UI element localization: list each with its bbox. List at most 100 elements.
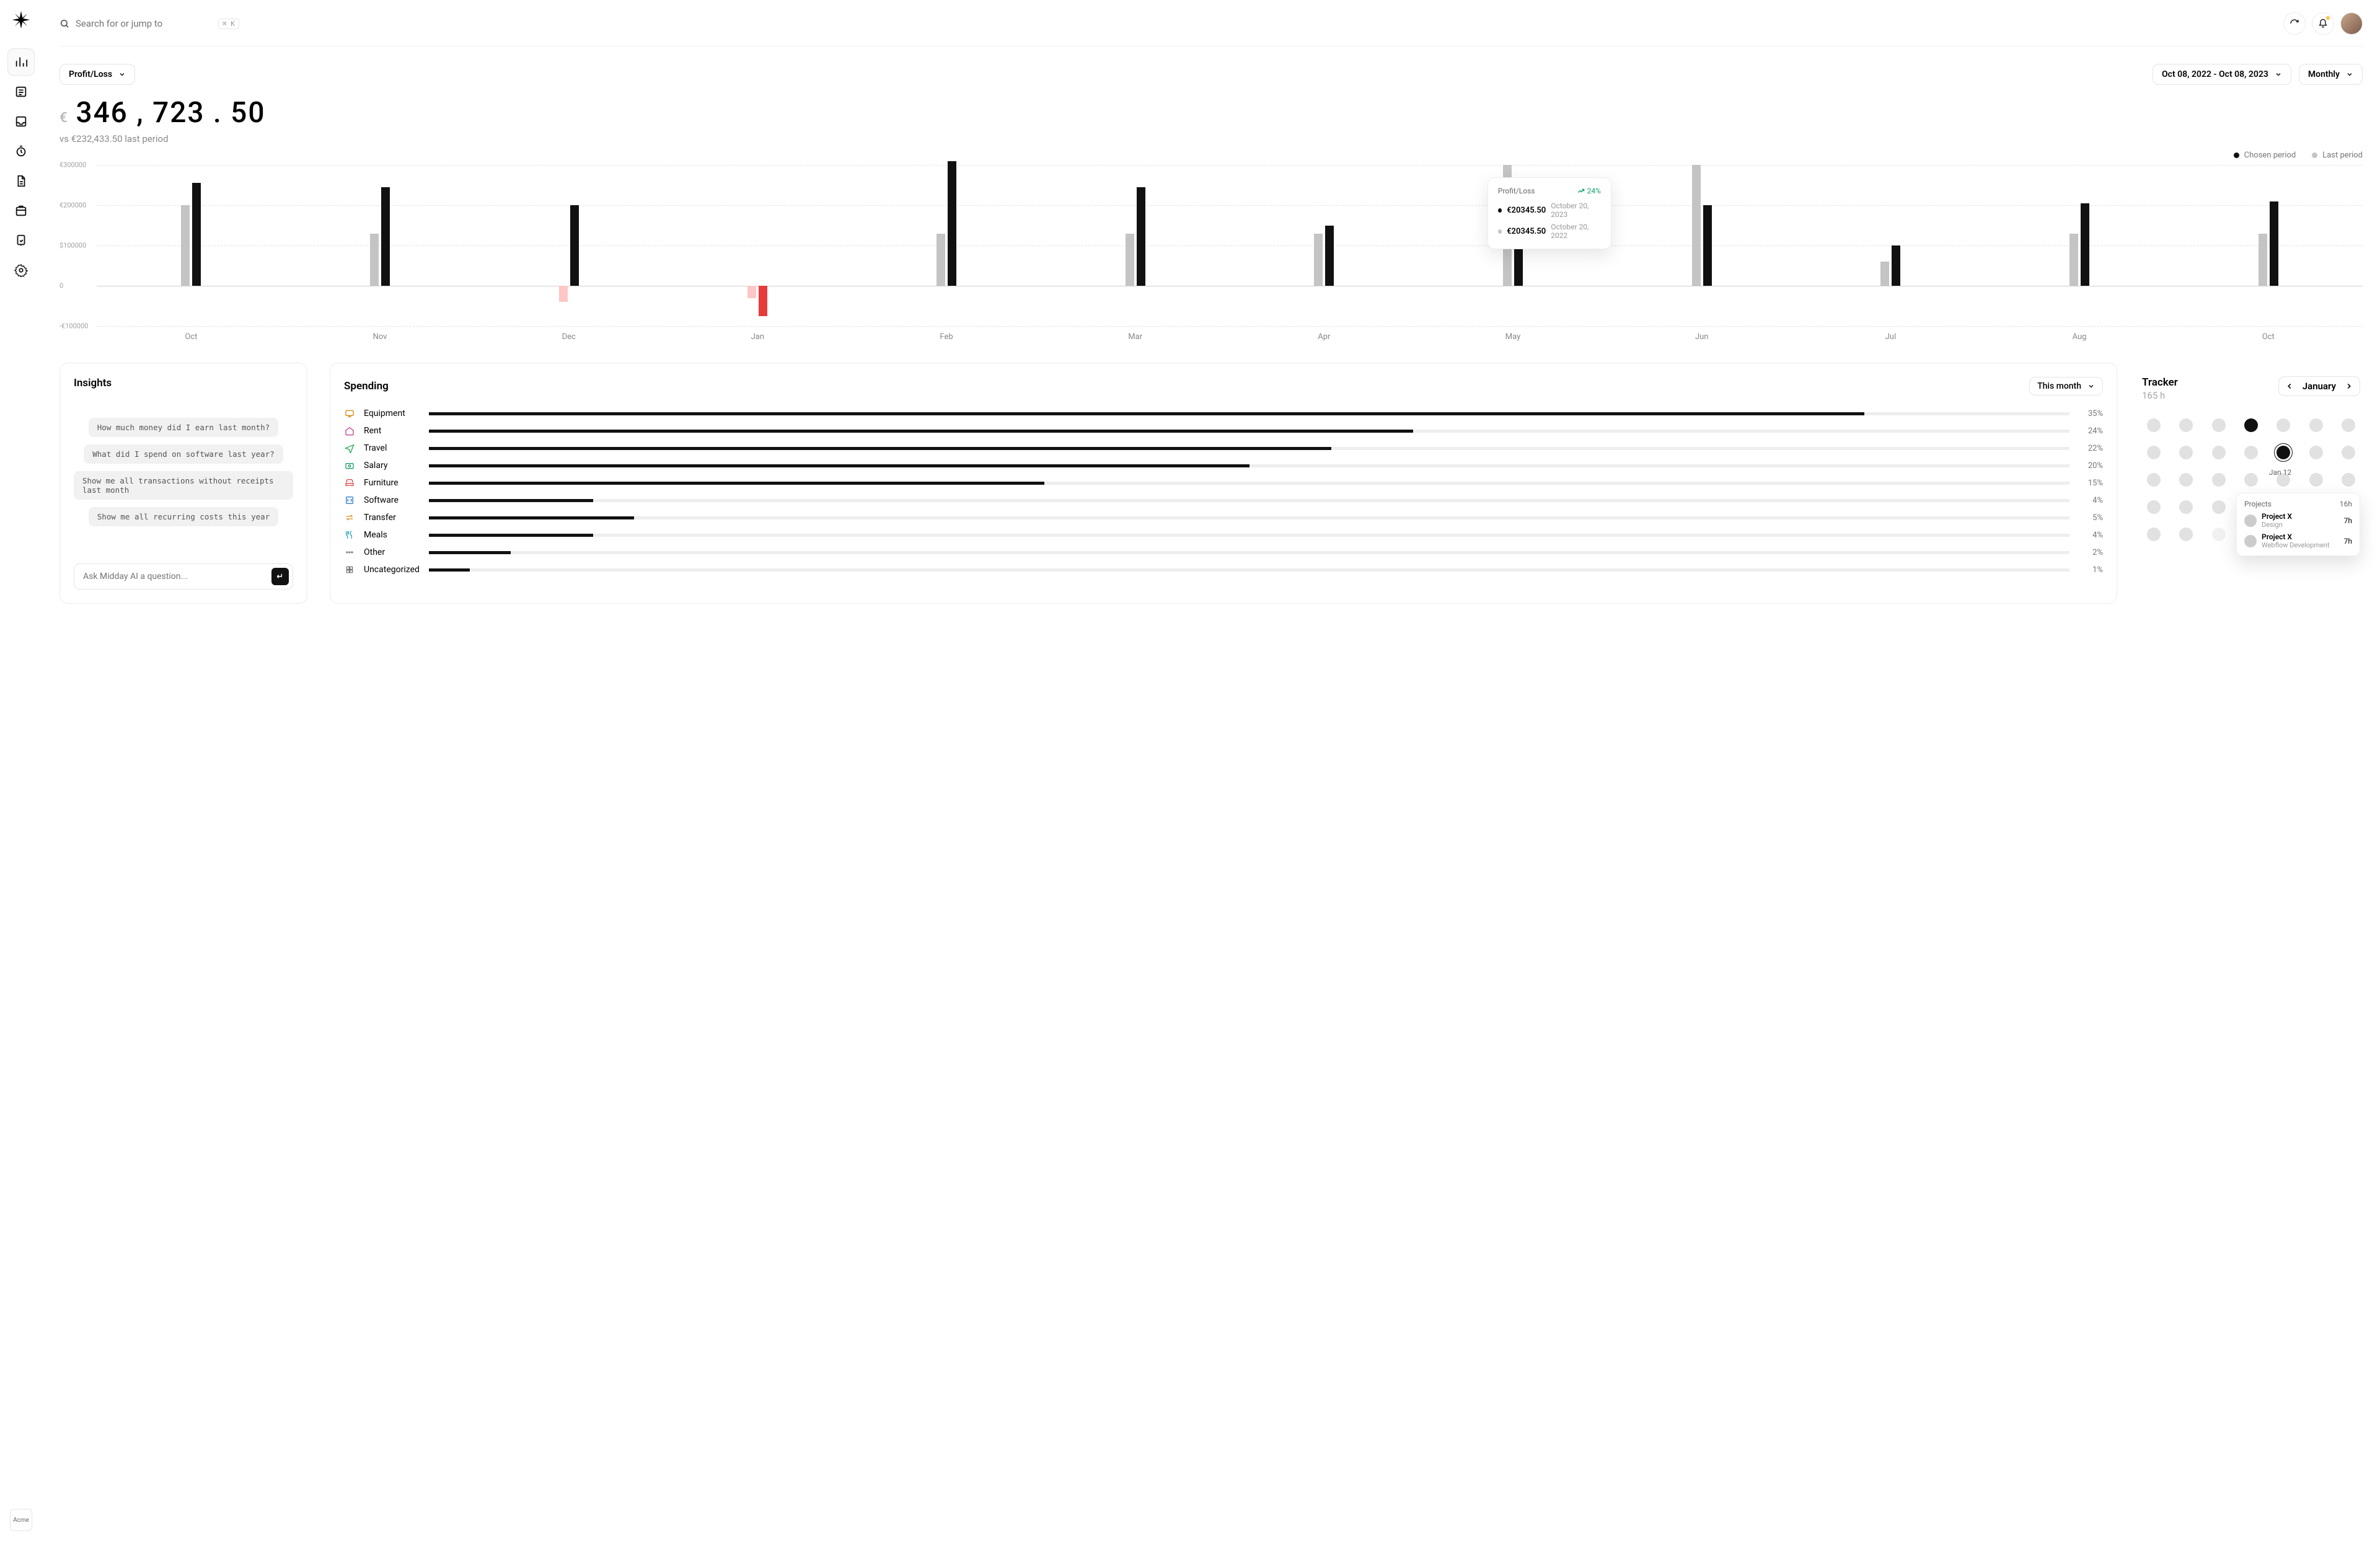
insight-suggestion[interactable]: What did I spend on software last year? (84, 444, 283, 464)
project-row[interactable]: Project XWebflow Development7h (2244, 532, 2352, 549)
spending-label: Transfer (364, 513, 423, 523)
tracker-day[interactable] (2179, 473, 2193, 487)
date-range-label: Oct 08, 2022 - Oct 08, 2023 (2162, 69, 2268, 79)
tracker-day[interactable] (2147, 473, 2161, 487)
spending-row[interactable]: Equipment35% (344, 408, 2103, 419)
tracker-day[interactable] (2179, 418, 2193, 432)
spending-bar (429, 464, 2069, 467)
bar-group[interactable] (1985, 165, 2174, 326)
search[interactable]: ⌘ K (60, 18, 2275, 29)
notifications-button[interactable] (2312, 12, 2334, 35)
tracker-day[interactable] (2179, 446, 2193, 459)
spending-row[interactable]: Meals4% (344, 529, 2103, 541)
spending-row[interactable]: Rent24% (344, 425, 2103, 436)
sidebar-item-inbox[interactable] (7, 108, 35, 135)
granularity-selector[interactable]: Monthly (2299, 64, 2363, 85)
tracker-day[interactable] (2212, 446, 2226, 459)
tracker-day[interactable] (2276, 418, 2290, 432)
spending-row[interactable]: Uncategorized1% (344, 564, 2103, 575)
spending-row[interactable]: Furniture15% (344, 477, 2103, 488)
insight-suggestion[interactable]: Show me all recurring costs this year (89, 507, 278, 526)
date-range-selector[interactable]: Oct 08, 2022 - Oct 08, 2023 (2153, 64, 2291, 85)
spending-label: Meals (364, 530, 423, 540)
spending-row[interactable]: Software4% (344, 495, 2103, 506)
spending-pct: 35% (2076, 409, 2103, 418)
tracker-day[interactable] (2147, 446, 2161, 459)
sidebar-item-vault[interactable] (7, 197, 35, 224)
tracker-month-selector[interactable]: January (2278, 376, 2360, 396)
ai-ask-input[interactable] (83, 572, 271, 581)
bar-group[interactable] (286, 165, 475, 326)
chevron-right-icon[interactable] (2345, 382, 2353, 391)
bar-group[interactable] (1230, 165, 1419, 326)
insight-suggestion[interactable]: How much money did I earn last month? (89, 418, 278, 437)
profit-loss-chart: €300000€200000$1000000-€100000 OctNovDec… (60, 165, 2363, 342)
tracker-day[interactable] (2309, 446, 2323, 459)
sidebar-item-tracker[interactable] (7, 138, 35, 165)
chevron-left-icon[interactable] (2285, 382, 2294, 391)
spending-pct: 15% (2076, 479, 2103, 488)
spending-pct: 24% (2076, 426, 2103, 436)
currency-symbol: € (60, 110, 68, 126)
ai-ask[interactable] (74, 563, 293, 590)
ai-ask-send-button[interactable] (271, 568, 289, 585)
tracker-day[interactable] (2212, 418, 2226, 432)
tracker-day[interactable] (2212, 500, 2226, 514)
spending-row[interactable]: Travel22% (344, 443, 2103, 454)
spending-pct: 4% (2076, 496, 2103, 505)
sidebar-item-invoices[interactable] (7, 167, 35, 195)
project-row[interactable]: Project XDesign7h (2244, 512, 2352, 529)
tracker-day[interactable] (2179, 528, 2193, 541)
spending-row[interactable]: Salary20% (344, 460, 2103, 471)
bar-group[interactable] (97, 165, 286, 326)
spending-label: Uncategorized (364, 565, 423, 575)
refresh-icon (2290, 19, 2299, 29)
tracker-day[interactable] (2244, 446, 2258, 459)
metric-selector[interactable]: Profit/Loss (60, 64, 135, 85)
travel-icon (344, 443, 355, 454)
tracker-day[interactable] (2342, 418, 2355, 432)
user-avatar[interactable] (2340, 12, 2363, 35)
tracker-day[interactable] (2147, 500, 2161, 514)
bar-group[interactable] (1041, 165, 1230, 326)
tracker-day[interactable] (2309, 418, 2323, 432)
bar-group[interactable] (474, 165, 663, 326)
sidebar-item-apps[interactable] (7, 227, 35, 254)
furniture-icon (344, 477, 355, 488)
refresh-button[interactable] (2283, 12, 2306, 35)
tracker-panel: Tracker 165 h January Jan 12 Projects 16… (2140, 363, 2363, 604)
sidebar-item-settings[interactable] (7, 257, 35, 284)
bar-group[interactable] (1607, 165, 1796, 326)
tracker-day[interactable] (2309, 473, 2323, 487)
sidebar-item-transactions[interactable] (7, 78, 35, 105)
projects-popover-total: 16h (2340, 500, 2352, 508)
tracker-day[interactable] (2342, 473, 2355, 487)
spending-period-selector[interactable]: This month (2029, 377, 2103, 395)
tracker-day[interactable] (2342, 446, 2355, 459)
legend-last: Last period (2312, 151, 2363, 160)
tracker-day[interactable] (2147, 418, 2161, 432)
bar-group[interactable] (663, 165, 852, 326)
search-input[interactable] (76, 18, 212, 29)
sidebar-item-overview[interactable] (7, 48, 35, 76)
tracker-day[interactable] (2212, 528, 2226, 541)
x-axis-tick: Nov (286, 332, 475, 342)
tracker-day[interactable] (2179, 500, 2193, 514)
spending-panel: Spending This month Equipment35% Rent24% T… (330, 363, 2117, 604)
insight-suggestion[interactable]: Show me all transactions without receipt… (74, 471, 293, 500)
bar-group[interactable] (2174, 165, 2363, 326)
project-name: Project X (2262, 512, 2339, 521)
bar-group[interactable] (852, 165, 1041, 326)
spending-row[interactable]: Other2% (344, 547, 2103, 558)
tracker-day[interactable] (2212, 473, 2226, 487)
tracker-day[interactable] (2276, 446, 2290, 459)
team-switcher[interactable]: Acme (10, 1509, 32, 1531)
tracker-day[interactable] (2244, 473, 2258, 487)
chart-legend: Chosen period Last period (60, 151, 2363, 160)
tracker-day[interactable] (2147, 528, 2161, 541)
spending-row[interactable]: Transfer5% (344, 512, 2103, 523)
search-icon (60, 19, 69, 29)
tracker-day[interactable] (2244, 418, 2258, 432)
bar-group[interactable] (1796, 165, 1985, 326)
spending-title: Spending (344, 380, 389, 392)
